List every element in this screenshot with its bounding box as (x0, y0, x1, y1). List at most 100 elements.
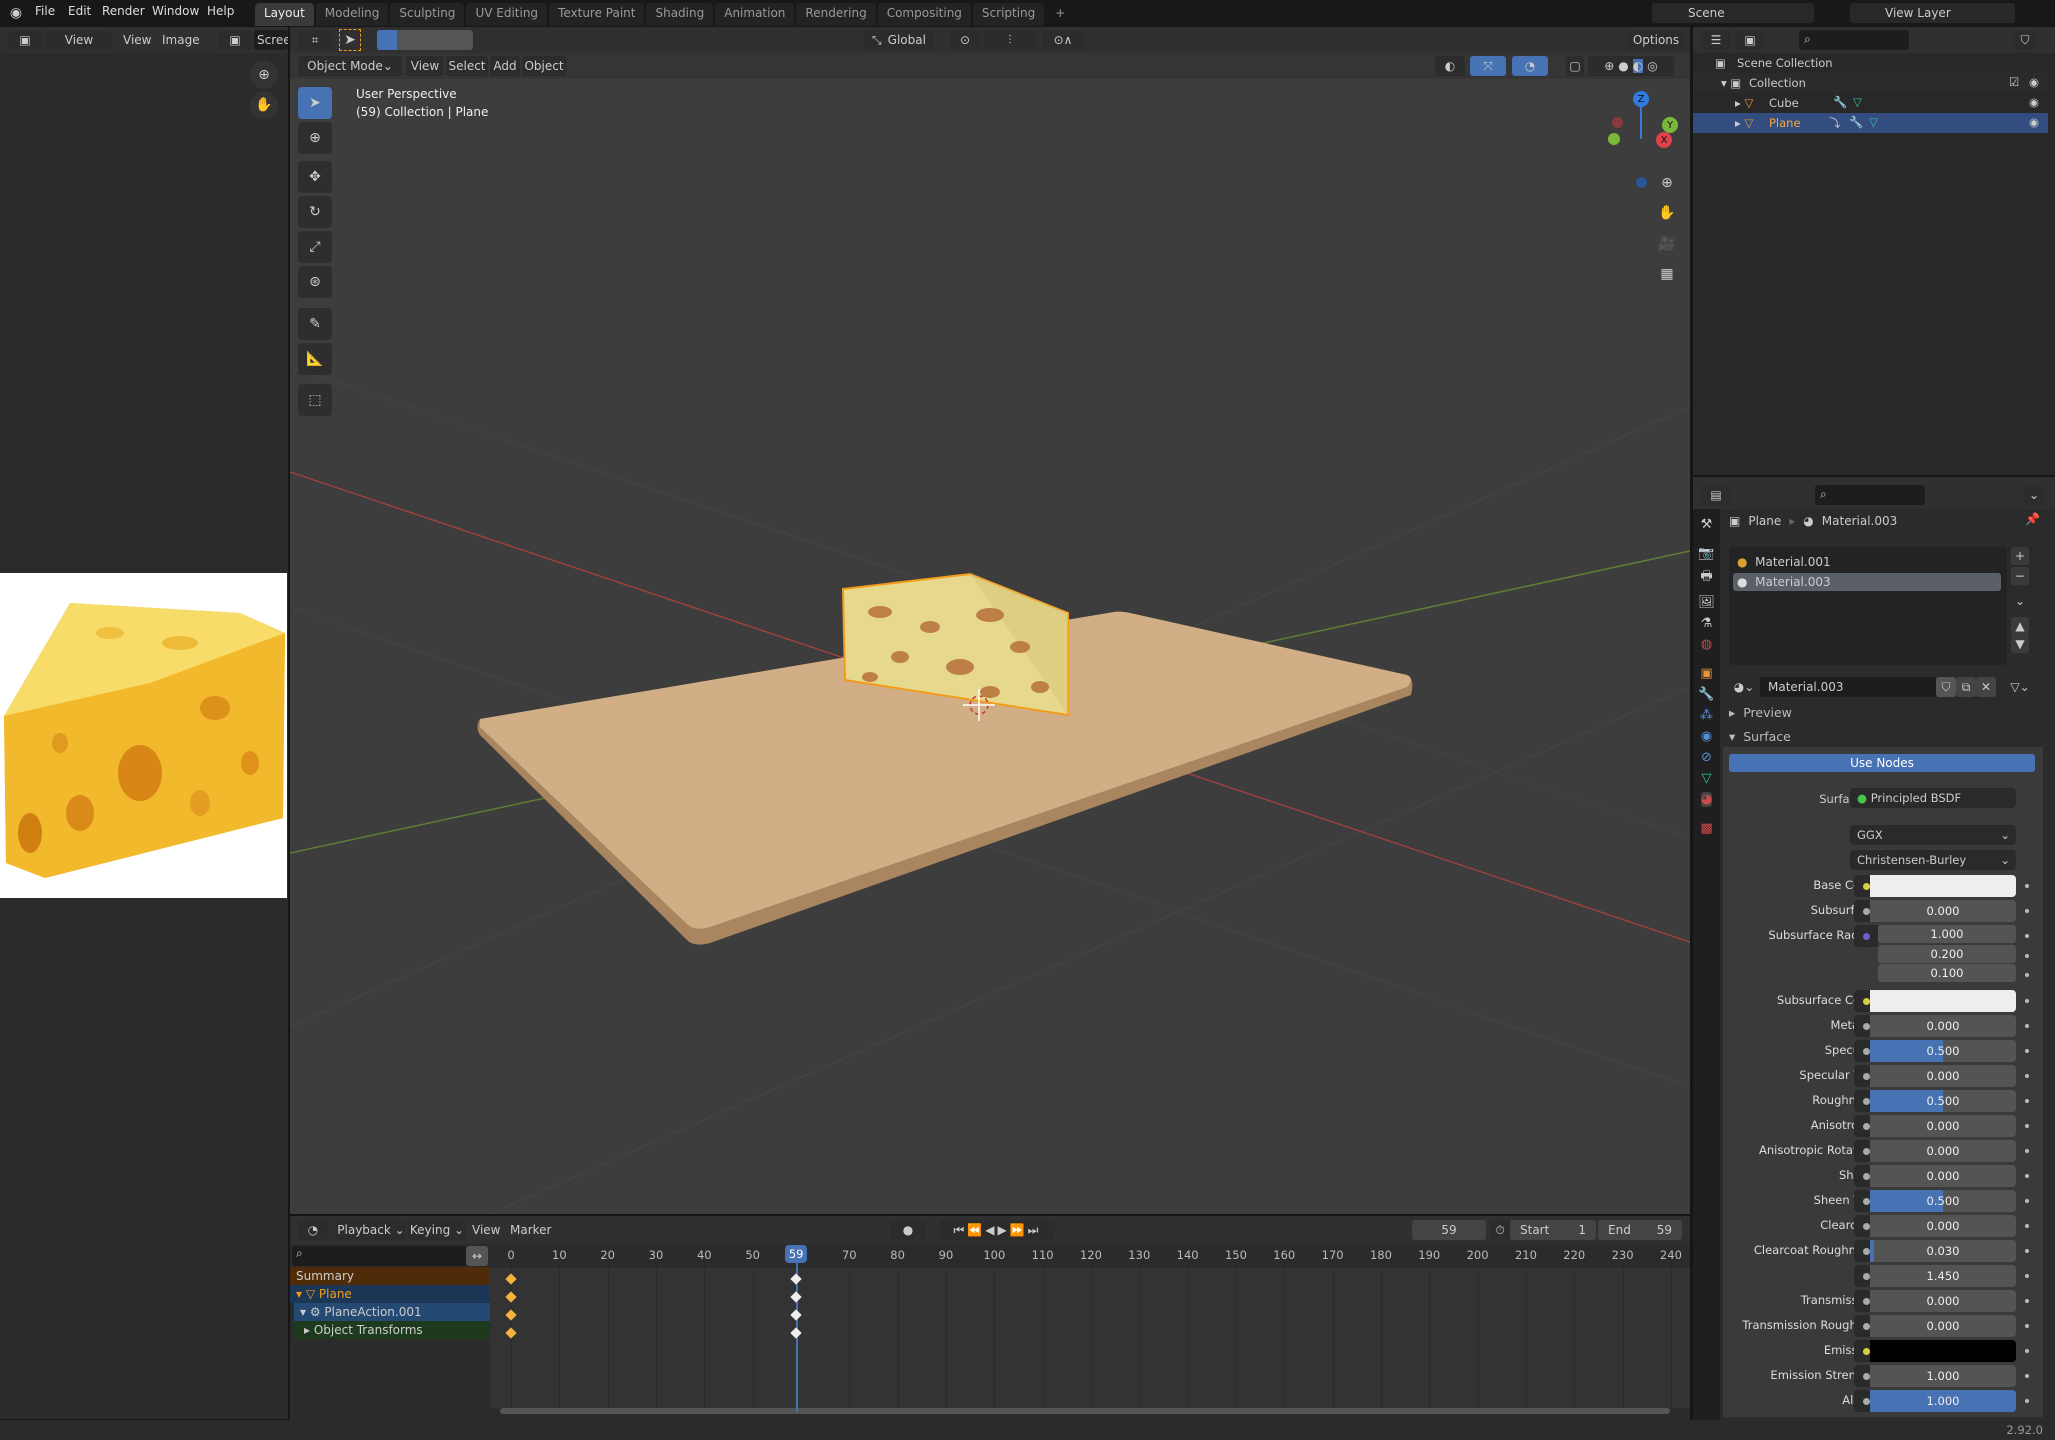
tab-modeling[interactable]: Modeling (315, 3, 389, 26)
menu-edit[interactable]: Edit (68, 4, 91, 18)
end-frame-field[interactable]: End 59 (1598, 1220, 1682, 1240)
scale-tool[interactable]: ⤢ (298, 231, 332, 263)
blender-logo-icon[interactable]: ◉ (6, 4, 26, 22)
subsurface-method-dropdown[interactable]: Christensen-Burley ⌄ (1850, 850, 2016, 870)
data-tab-icon[interactable]: ▽ (1702, 771, 1712, 786)
material-tab-icon[interactable]: ◕ (1700, 792, 1713, 807)
value-slider[interactable]: 0.000 (1870, 1164, 2016, 1187)
add-workspace-button[interactable]: + (1046, 3, 1074, 26)
preview-panel-header[interactable]: ▸ Preview (1729, 701, 2039, 723)
value-slider[interactable]: 1.000 (1870, 1365, 2016, 1388)
value-slider[interactable]: 1.450 (1870, 1265, 2016, 1288)
fake-user-button[interactable]: ⛉ (1936, 677, 1956, 697)
keyframe-dot[interactable] (2025, 909, 2029, 914)
timeline-editor-type[interactable]: ◔ (298, 1220, 328, 1240)
menu-file[interactable]: File (35, 4, 55, 18)
tab-layout[interactable]: Layout (255, 3, 314, 26)
material-slot[interactable]: ● Material.001 (1733, 553, 2001, 571)
pan-view-icon[interactable]: ✋ (1654, 200, 1680, 226)
sync-toggle[interactable]: ↔ (466, 1246, 488, 1266)
image-name-field[interactable]: Screen (254, 30, 288, 50)
perspective-toggle-icon[interactable]: ▦ (1654, 261, 1680, 287)
eye-icon[interactable]: ◉ (2029, 75, 2039, 89)
tab-texture-paint[interactable]: Texture Paint (549, 3, 645, 26)
world-tab-icon[interactable]: ◍ (1701, 637, 1712, 652)
value-slider[interactable]: 0.000 (1870, 1315, 2016, 1338)
keyframe-dot[interactable] (2025, 1274, 2029, 1279)
menu-help[interactable]: Help (207, 4, 234, 18)
material-slot-list[interactable]: ● Material.001 ● Material.003 (1729, 547, 2007, 665)
outliner-scene-collection[interactable]: ▣ Scene Collection (1693, 53, 2048, 73)
value-slider[interactable]: 0.000 (1870, 1215, 2016, 1238)
keyframe-dot[interactable] (2025, 884, 2029, 888)
pin-icon[interactable]: 📌 (2025, 512, 2040, 526)
channel-summary[interactable]: Summary (290, 1267, 490, 1285)
value-slider[interactable]: 0.500 (1870, 1089, 2016, 1112)
keyframe-dot[interactable] (2025, 1073, 2029, 1078)
keyframe-dot[interactable] (2025, 1349, 2029, 1354)
constraints-tab-icon[interactable]: ⊘ (1701, 750, 1712, 765)
properties-options[interactable]: ⌄ (2024, 485, 2044, 505)
marker-menu[interactable]: Marker (510, 1223, 551, 1237)
particles-tab-icon[interactable]: ⁂ (1700, 708, 1713, 723)
view-layer-tab-icon[interactable]: 🖼 (1698, 595, 1715, 610)
material-link-dropdown[interactable]: ▽⌄ (2005, 677, 2035, 697)
eye-icon[interactable]: ◉ (2029, 95, 2039, 109)
menu-view[interactable]: View (123, 33, 151, 47)
channel-object-transforms[interactable]: ▸ Object Transforms (294, 1321, 490, 1339)
current-frame-field[interactable]: 59 (1412, 1220, 1486, 1240)
move-slot-down-button[interactable]: ▼ (2011, 635, 2029, 653)
hand-pan-icon[interactable]: ✋ (250, 91, 278, 119)
material-browse-button[interactable]: ◕⌄ (1729, 677, 1759, 697)
value-slider[interactable]: 0.000 (1870, 1014, 2016, 1037)
properties-editor-type[interactable]: ▤ (1701, 485, 1731, 505)
zoom-icon[interactable]: ⊕ (250, 61, 278, 89)
vector-field[interactable]: 0.100 (1878, 964, 2016, 983)
outliner-search-input[interactable]: ⌕ (1799, 30, 1909, 50)
preview-range-toggle[interactable]: ⏱ (1490, 1220, 1510, 1240)
keyframe-dot[interactable] (2025, 1374, 2029, 1379)
keying-menu[interactable]: Keying ⌄ (408, 1220, 466, 1240)
channel-action[interactable]: ▾ ⚙ PlaneAction.001 (294, 1303, 490, 1321)
move-slot-up-button[interactable]: ▲ (2011, 617, 2029, 635)
channel-plane[interactable]: ▾ ▽ Plane (290, 1285, 490, 1303)
tool-tab-icon[interactable]: ⚒ (1701, 517, 1713, 532)
use-nodes-button[interactable]: Use Nodes (1729, 754, 2035, 772)
keyframe-dot[interactable] (2025, 1299, 2029, 1304)
color-swatch[interactable] (1870, 989, 2016, 1012)
menu-window[interactable]: Window (152, 4, 199, 18)
tab-scripting[interactable]: Scripting (972, 3, 1045, 26)
cursor-tool[interactable]: ⊕ (298, 122, 332, 154)
object-tab-icon[interactable]: ▣ (1700, 666, 1712, 681)
eye-icon[interactable]: ◉ (2029, 115, 2039, 129)
render-tab-icon[interactable]: 📷 (1698, 546, 1714, 561)
collection-checkbox[interactable]: ☑ (2009, 75, 2019, 89)
filter-dropdown[interactable]: ⛉ (2013, 30, 2037, 50)
value-slider[interactable]: 0.000 (1870, 1114, 2016, 1137)
playhead-frame[interactable]: 59 (785, 1245, 808, 1263)
keyframe-dot[interactable] (2025, 1098, 2029, 1103)
value-slider[interactable]: 0.000 (1870, 900, 2016, 923)
measure-tool[interactable]: 📐 (298, 343, 332, 375)
outliner-cube[interactable]: ▸ ▽ Cube 🔧 ▽ ◉ (1693, 93, 2048, 113)
timeline-scrollbar[interactable] (500, 1408, 1670, 1414)
vector-field[interactable]: 0.200 (1878, 944, 2016, 963)
camera-view-icon[interactable]: 🎥 (1654, 231, 1680, 257)
add-cube-tool[interactable]: ⬚ (298, 384, 332, 416)
duplicate-material-button[interactable]: ⧉ (1956, 677, 1976, 697)
keyframe-dot[interactable] (2025, 1123, 2029, 1128)
keyframe-dot[interactable] (2025, 953, 2029, 958)
playback-controls[interactable]: ⏮⏪◀▶⏩⏭ (940, 1220, 1055, 1240)
tab-uv-editing[interactable]: UV Editing (466, 3, 548, 26)
vector-field[interactable]: 1.000 (1878, 925, 2016, 944)
output-tab-icon[interactable]: 🖶 (1700, 567, 1712, 589)
auto-keying-toggle[interactable]: ● (890, 1220, 926, 1240)
gizmo-x[interactable]: X (1656, 132, 1672, 148)
image-browse-button[interactable]: ▣ (218, 30, 252, 50)
material-name-field[interactable]: Material.003 (1760, 677, 1936, 697)
keyframe-dot[interactable] (2025, 1148, 2029, 1153)
menu-render[interactable]: Render (102, 4, 145, 18)
color-swatch[interactable] (1870, 1340, 2016, 1363)
add-slot-button[interactable]: + (2011, 547, 2029, 565)
physics-tab-icon[interactable]: ◉ (1701, 729, 1712, 744)
